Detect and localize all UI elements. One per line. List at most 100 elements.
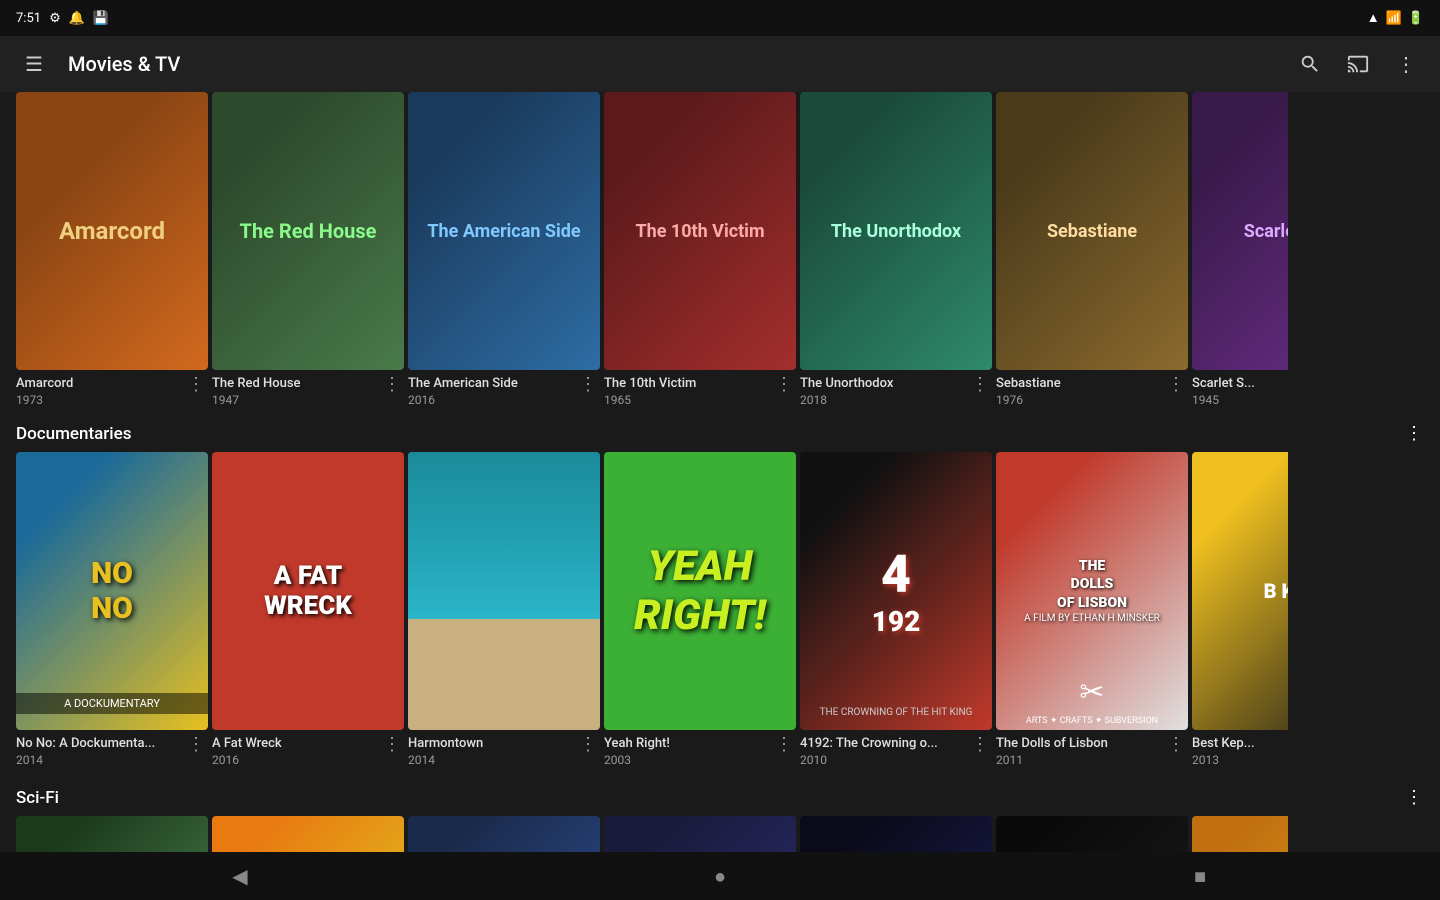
- movie-info-yeahright: Yeah Right! 2003 ⋮: [604, 730, 796, 767]
- movie-info-10thvictim: The 10th Victim 1965 ⋮: [604, 370, 796, 407]
- movie-year: 1973: [16, 393, 185, 407]
- movie-card-4192[interactable]: 4192 THE CROWNING OF THE HIT KING 4192: …: [800, 452, 992, 767]
- poster-alien: ALIENINCURSION: [16, 816, 208, 852]
- movie-title: 4192: The Crowning o...: [800, 736, 960, 751]
- movie-card-dolls[interactable]: THEDOLLSOF LISBONA FILM BY ETHAN H MINSK…: [996, 452, 1188, 767]
- movie-card-unorthodox[interactable]: The Unorthodox The Unorthodox 2018 ⋮: [800, 92, 992, 407]
- menu-button[interactable]: ☰: [16, 46, 52, 82]
- poster-stomp: STOMP!SHOUT!SCREAM!: [212, 816, 404, 852]
- poster-sebastiane: Sebastiane: [996, 92, 1188, 370]
- movie-info-unorthodox: The Unorthodox 2018 ⋮: [800, 370, 992, 407]
- home-button[interactable]: ●: [690, 852, 750, 900]
- scifi-label: Sci-Fi: [16, 788, 59, 808]
- movie-year: 2011: [996, 753, 1165, 767]
- movie-card-10thvictim[interactable]: The 10th Victim The 10th Victim 1965 ⋮: [604, 92, 796, 407]
- movie-info-fatwreck: A Fat Wreck 2016 ⋮: [212, 730, 404, 767]
- movie-card-scarlet[interactable]: Scarlet S... Scarlet S... 1945: [1192, 92, 1288, 407]
- movie-more-button[interactable]: ⋮: [577, 734, 600, 755]
- time-display: 7:51: [16, 11, 41, 26]
- poster-unorthodox: The Unorthodox: [800, 92, 992, 370]
- movie-year: 2003: [604, 753, 773, 767]
- movie-title: Sebastiane: [996, 376, 1156, 391]
- scifi-section: Sci-Fi ⋮ ALIENINCURSION STOMP!SHOUT!SCRE…: [0, 775, 1440, 852]
- documentaries-label: Documentaries: [16, 424, 131, 444]
- movie-more-button[interactable]: ⋮: [773, 374, 796, 395]
- movie-title: No No: A Dockumenta...: [16, 736, 176, 751]
- movie-year: 2014: [408, 753, 577, 767]
- movie-card-across[interactable]: Across the Outhu...: [604, 816, 796, 852]
- movie-card-alien[interactable]: ALIENINCURSION: [16, 816, 208, 852]
- movie-card-yeahright[interactable]: YEAHRIGHT! Yeah Right! 2003 ⋮: [604, 452, 796, 767]
- movie-card-sebastiane[interactable]: Sebastiane Sebastiane 1976 ⋮: [996, 92, 1188, 407]
- movie-card-nono[interactable]: NONO A DOCKUMENTARY No No: A Dockumenta.…: [16, 452, 208, 767]
- movie-card-cap[interactable]: CAP...: [1192, 816, 1288, 852]
- poster-4192: 4192 THE CROWNING OF THE HIT KING: [800, 452, 992, 730]
- poster-across: Across the Outhu...: [604, 816, 796, 852]
- cast-button[interactable]: [1340, 46, 1376, 82]
- movie-card-odds[interactable]: THE ODDSARE AGAINST US: [408, 816, 600, 852]
- movie-year: 1945: [1192, 393, 1288, 407]
- movie-more-button[interactable]: ⋮: [185, 734, 208, 755]
- movie-info-amarcord: Amarcord 1973 ⋮: [16, 370, 208, 407]
- movie-title: The Dolls of Lisbon: [996, 736, 1156, 751]
- movie-more-button[interactable]: ⋮: [381, 734, 404, 755]
- movie-title: Scarlet S...: [1192, 376, 1288, 391]
- movie-more-button[interactable]: ⋮: [185, 374, 208, 395]
- movie-info-americanside: The American Side 2016 ⋮: [408, 370, 600, 407]
- signal-icon: 📶: [1386, 11, 1402, 26]
- status-right: ▲ 📶 🔋: [1367, 10, 1424, 26]
- scifi-header: Sci-Fi ⋮: [0, 775, 1440, 816]
- sd-icon: 💾: [93, 11, 109, 26]
- movie-card-battle[interactable]: Battle...: [800, 816, 992, 852]
- movie-card-harmontown[interactable]: HARMONTOWN Harmontown 2014 ⋮: [408, 452, 600, 767]
- documentaries-header: Documentaries ⋮: [0, 411, 1440, 452]
- movie-card-bestkept[interactable]: B K... Best Kep... 2013: [1192, 452, 1288, 767]
- movie-year: 2010: [800, 753, 969, 767]
- movie-title: Best Kep...: [1192, 736, 1288, 751]
- movie-title: The Red House: [212, 376, 372, 391]
- poster-10thvictim: The 10th Victim: [604, 92, 796, 370]
- movie-year: 1965: [604, 393, 773, 407]
- settings-icon: ⚙: [49, 11, 61, 26]
- movie-info-sebastiane: Sebastiane 1976 ⋮: [996, 370, 1188, 407]
- poster-scarlet: Scarlet S...: [1192, 92, 1288, 370]
- poster-amarcord: Amarcord: [16, 92, 208, 370]
- movie-card-amarcord[interactable]: Amarcord Amarcord 1973 ⋮: [16, 92, 208, 407]
- movie-year: 2016: [408, 393, 577, 407]
- movie-year: 1947: [212, 393, 381, 407]
- movie-title: Harmontown: [408, 736, 568, 751]
- movie-more-button[interactable]: ⋮: [1165, 734, 1188, 755]
- scifi-more-button[interactable]: ⋮: [1405, 787, 1424, 808]
- movie-card-americanside[interactable]: The American Side The American Side 2016…: [408, 92, 600, 407]
- movie-info-bestkept: Best Kep... 2013: [1192, 730, 1288, 767]
- movie-year: 2014: [16, 753, 185, 767]
- more-options-button[interactable]: ⋮: [1388, 46, 1424, 82]
- poster-harmontown: HARMONTOWN: [408, 452, 600, 730]
- movie-more-button[interactable]: ⋮: [381, 374, 404, 395]
- movie-year: 1976: [996, 393, 1165, 407]
- movie-more-button[interactable]: ⋮: [773, 734, 796, 755]
- poster-americanside: The American Side: [408, 92, 600, 370]
- poster-battle: Battle...: [800, 816, 992, 852]
- movie-more-button[interactable]: ⋮: [1165, 374, 1188, 395]
- movie-info-nono: No No: A Dockumenta... 2014 ⋮: [16, 730, 208, 767]
- wifi-icon: ▲: [1367, 10, 1380, 26]
- back-button[interactable]: ◀: [210, 852, 270, 900]
- documentaries-more-button[interactable]: ⋮: [1405, 423, 1424, 444]
- movie-info-dolls: The Dolls of Lisbon 2011 ⋮: [996, 730, 1188, 767]
- movie-info-redhouse: The Red House 1947 ⋮: [212, 370, 404, 407]
- movie-more-button[interactable]: ⋮: [577, 374, 600, 395]
- movie-card-stomp[interactable]: STOMP!SHOUT!SCREAM!: [212, 816, 404, 852]
- movie-card-fatwreck[interactable]: A FATWRECK A Fat Wreck 2016 ⋮: [212, 452, 404, 767]
- battery-icon: 🔋: [1408, 11, 1424, 26]
- poster-nono: NONO A DOCKUMENTARY: [16, 452, 208, 730]
- search-button[interactable]: [1292, 46, 1328, 82]
- movie-title: The Unorthodox: [800, 376, 960, 391]
- movie-card-redhouse[interactable]: The Red House The Red House 1947 ⋮: [212, 92, 404, 407]
- poster-cap: CAP...: [1192, 816, 1288, 852]
- recent-apps-button[interactable]: ■: [1170, 852, 1230, 900]
- poster-dolls: THEDOLLSOF LISBONA FILM BY ETHAN H MINSK…: [996, 452, 1188, 730]
- movie-card-powerplecig[interactable]: POWERPLECIG: [996, 816, 1188, 852]
- movie-more-button[interactable]: ⋮: [969, 734, 992, 755]
- movie-more-button[interactable]: ⋮: [969, 374, 992, 395]
